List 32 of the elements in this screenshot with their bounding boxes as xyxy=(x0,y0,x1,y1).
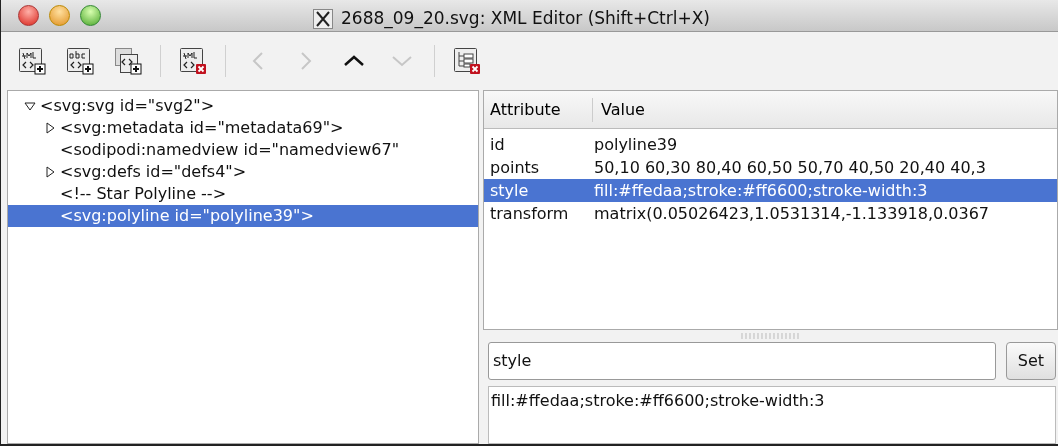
tree-row[interactable]: <sodipodi:namedview id="namedview67" xyxy=(8,139,478,161)
set-button[interactable]: Set xyxy=(1006,342,1056,380)
attribute-row[interactable]: id polyline39 xyxy=(484,133,1057,156)
down-chevron-icon xyxy=(390,53,414,69)
new-text-node-icon xyxy=(66,47,94,75)
tree-row[interactable]: <svg:polyline id="polyline39"> xyxy=(8,205,478,227)
x-window-icon xyxy=(313,8,333,29)
attribute-row[interactable]: style fill:#ffedaa;stroke:#ff6600;stroke-width:3 xyxy=(484,179,1057,202)
collapsed-triangle-icon[interactable] xyxy=(44,122,56,134)
duplicate-node-icon xyxy=(114,47,142,75)
column-header[interactable]: Attribute xyxy=(484,97,593,122)
collapsed-triangle-icon[interactable] xyxy=(44,166,56,178)
close-button[interactable] xyxy=(18,5,39,26)
delete-node-icon xyxy=(179,47,207,75)
maximize-button[interactable] xyxy=(80,5,101,26)
attribute-value-field[interactable]: fill:#ffedaa;stroke:#ff6600;stroke-width:3 xyxy=(488,386,1056,444)
up-chevron-icon xyxy=(342,53,366,69)
left-chevron-icon xyxy=(250,50,266,72)
attribute-row[interactable]: transform matrix(0.05026423,1.0531314,-1.133918,0.0367 xyxy=(484,202,1057,225)
window-title: 2688_09_20.svg: XML Editor (Shift+Ctrl+X) xyxy=(341,7,710,31)
right-chevron-icon xyxy=(298,50,314,72)
attribute-name-field[interactable]: style xyxy=(488,342,996,380)
splitter-handle-icon[interactable] xyxy=(740,333,801,339)
tree-row[interactable]: <svg:metadata id="metadata69"> xyxy=(8,117,478,139)
expanded-triangle-icon[interactable] xyxy=(24,100,36,112)
delete-attribute-icon xyxy=(453,47,481,75)
attribute-row[interactable]: points 50,10 60,30 80,40 60,50 50,70 40,50 20,40 40,3 xyxy=(484,156,1057,179)
column-header[interactable]: Value xyxy=(593,97,645,122)
tree-row[interactable]: <!-- Star Polyline --> xyxy=(8,183,478,205)
tree-row[interactable]: <svg:defs id="defs4"> xyxy=(8,161,478,183)
new-node-icon xyxy=(18,47,46,75)
tree-row[interactable]: <svg:svg id="svg2"> xyxy=(8,95,478,117)
